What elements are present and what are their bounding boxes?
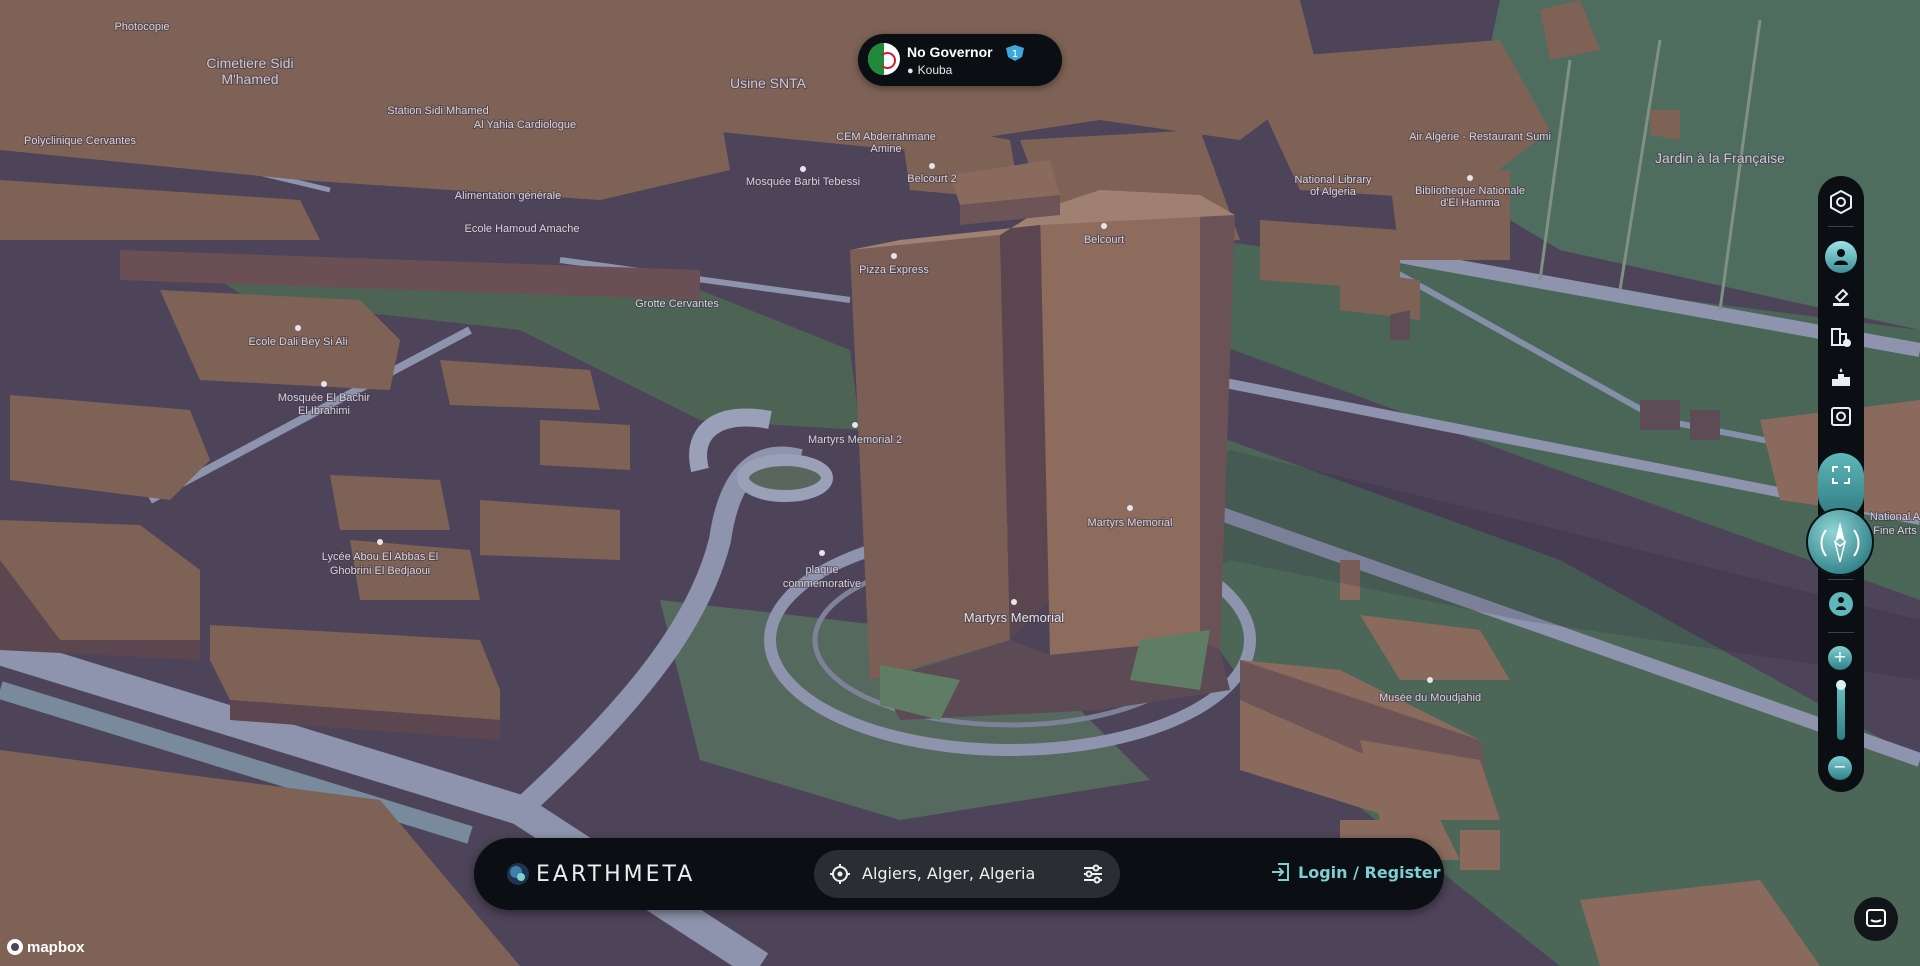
governor-pill[interactable]: No Governor 1 ● Kouba [858,34,1062,86]
map-canvas[interactable]: Cimetiere Sidi M'hamed Usine SNTA Photoc… [0,0,1920,966]
buildings-dollar-icon[interactable] [1826,322,1856,352]
street-view-icon[interactable] [1826,589,1856,619]
zoom-in-button[interactable]: + [1828,646,1852,670]
login-icon [1272,863,1289,881]
vault-icon[interactable] [1826,402,1856,432]
map-label-lycee[interactable]: Lycée Abou El Abbas El [321,550,439,564]
map-label-alyahia[interactable]: Al Yahia Cardiologue [473,118,577,132]
map-label-belcourt[interactable]: Belcourt [1083,233,1125,247]
map-label-bibliotheque[interactable]: d'El Hamma [1439,196,1501,210]
map-label-mosquee-barbi[interactable]: Mosquée Barbi Tebessi [745,175,861,189]
map-label-mosquee-bachir[interactable]: Mosquée El Bachir [277,391,372,405]
podium-icon[interactable] [1826,362,1856,392]
toolbar-separator [1828,226,1854,227]
map-label-cem[interactable]: Amine [869,142,902,156]
map-label-national-library[interactable]: National Library [1293,173,1373,187]
zoom-slider-knob[interactable] [1836,680,1846,690]
map-label-national-arts[interactable]: National A [1869,510,1920,524]
algeria-flag-icon [868,43,900,75]
map-label-jardin[interactable]: Jardin à la Française [1654,149,1786,167]
map-label-usine[interactable]: Usine SNTA [729,74,808,92]
map-label-station[interactable]: Station Sidi Mhamed [386,104,490,118]
governor-location-text: Kouba [917,63,953,77]
map-label-cemetery[interactable]: M'hamed [220,70,279,88]
roundabout [737,454,833,502]
map-label-martyrs-memorial[interactable]: Martyrs Memorial [1087,516,1174,530]
map-label-musee[interactable]: Musée du Moudjahid [1378,691,1482,705]
shield-badge-icon: 1 [1006,45,1024,61]
mapbox-wordmark: mapbox [27,938,85,956]
toolbar-separator [1828,579,1854,580]
login-register-button[interactable]: Login / Register [1270,862,1441,882]
map-label-ecole-dali[interactable]: Ecole Dali Bey Si Ali [247,335,348,349]
map-label-plaque[interactable]: plaque [804,563,839,577]
governor-location: ● Kouba [907,63,952,77]
filter-sliders-icon[interactable] [1082,863,1104,885]
map-label-plaque[interactable]: commemorative [782,577,862,591]
right-toolbar: + − [1818,176,1864,792]
compass-icon[interactable] [1806,508,1874,576]
map-label-cem[interactable]: CEM Abderrahmane [835,130,937,144]
map-label-cemetery[interactable]: Cimetiere Sidi [205,54,294,72]
map-label-air-algerie[interactable]: Air Algérie - Restaurant Sumi [1408,130,1552,144]
governance-icon[interactable] [1826,187,1856,217]
toolbar-separator [1828,632,1854,633]
map-label-grotte-cervantes[interactable]: Grotte Cervantes [634,297,720,311]
mapbox-logo-icon [7,939,23,955]
map-label-martyrs-memorial-2[interactable]: Martyrs Memorial 2 [807,433,903,447]
mapbox-attribution[interactable]: mapbox [6,938,85,956]
map-label-polyclinique[interactable]: Polyclinique Cervantes [23,134,137,148]
map-label-martyrs-memorial[interactable]: Martyrs Memorial [963,609,1066,626]
chat-icon [1866,909,1886,927]
earthmeta-logo[interactable]: EARTHMETA [506,861,696,887]
location-person-icon[interactable] [1825,241,1857,273]
globe-icon [507,863,529,885]
map-label-pizza-express[interactable]: Pizza Express [858,263,930,277]
search-input[interactable]: Algiers, Alger, Algeria [862,864,1035,883]
map-label-alimentation[interactable]: Alimentation générale [454,189,562,203]
map-label-mosquee-bachir[interactable]: El Ibrahimi [297,404,351,418]
search-field[interactable]: Algiers, Alger, Algeria [814,850,1120,898]
governor-title: No Governor [907,44,993,60]
bottom-bar: EARTHMETA Algiers, Alger, Algeria Login … [474,838,1444,910]
brand-wordmark: EARTHMETA [536,861,696,887]
map-label-belcourt-2[interactable]: Belcourt 2 [906,172,958,186]
shield-badge-count: 1 [1012,49,1018,60]
zoom-slider[interactable] [1836,680,1846,740]
map-label-photocopie[interactable]: Photocopie [113,20,170,34]
login-register-label: Login / Register [1298,862,1441,882]
map-label-ecole-hamoud[interactable]: Ecole Hamoud Amache [464,222,581,236]
crosshair-icon[interactable] [830,864,850,884]
stamp-icon[interactable] [1826,282,1856,312]
chat-button[interactable] [1854,897,1898,941]
map-label-national-arts[interactable]: Fine Arts [1872,524,1918,538]
map-label-national-library[interactable]: of Algeria [1309,185,1358,199]
map-pin-icon: ● [907,65,914,77]
map-label-lycee[interactable]: Ghobrini El Bedjaoui [329,564,431,578]
zoom-out-button[interactable]: − [1828,756,1852,780]
map-label-bibliotheque[interactable]: Bibliotheque Nationale [1414,184,1526,198]
